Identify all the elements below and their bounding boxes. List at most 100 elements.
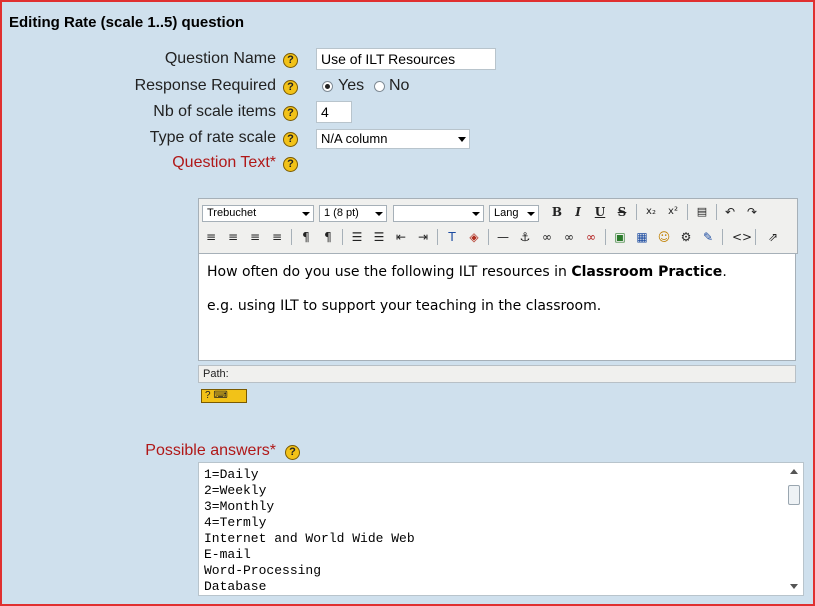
nolink-icon[interactable]: ∞ <box>582 228 600 246</box>
align-right-icon[interactable]: ≡ <box>246 228 264 246</box>
fullscreen-icon[interactable]: ⇗ <box>764 228 782 246</box>
help-icon[interactable]: ? <box>283 157 298 172</box>
subscript-icon[interactable]: x₂ <box>642 203 660 221</box>
rate-scale-type-value: N/A column <box>321 131 388 146</box>
answer-line: 4=Termly <box>204 515 267 530</box>
help-icon[interactable]: ? <box>283 80 298 95</box>
help-icon[interactable]: ? <box>283 53 298 68</box>
answer-line: 1=Daily <box>204 467 259 482</box>
scroll-down-icon[interactable] <box>790 584 798 589</box>
toolbar-separator <box>716 204 717 220</box>
chevron-down-icon <box>472 212 480 216</box>
language-select[interactable]: Lang <box>489 205 539 222</box>
response-required-yes-label: Yes <box>338 77 365 94</box>
toolbar-separator <box>722 229 723 245</box>
editor-line-1-end: . <box>722 264 727 280</box>
smiley-icon[interactable]: ☺ <box>655 228 673 246</box>
unordered-list-icon[interactable]: ☰ <box>370 228 388 246</box>
html-editor: Trebuchet 1 (8 pt) Lang B I U S x₂ x² ▤ … <box>198 198 798 385</box>
nb-scale-items-label: Nb of scale items <box>153 103 276 120</box>
response-required-no-label: No <box>389 77 410 94</box>
anchor-icon[interactable]: ⚓ <box>516 228 534 246</box>
ordered-list-icon[interactable]: ☰ <box>348 228 366 246</box>
language-value: Lang <box>494 207 519 219</box>
paragraph-style-select[interactable] <box>393 205 484 222</box>
answers-scrollbar[interactable] <box>786 463 803 595</box>
help-icon[interactable]: ? <box>283 106 298 121</box>
toolbar-separator <box>687 204 688 220</box>
insert-table-icon[interactable]: ▦ <box>633 228 651 246</box>
response-required-no-radio[interactable] <box>374 81 385 92</box>
rate-scale-type-select[interactable]: N/A column <box>316 129 470 149</box>
answer-line: E-mail <box>204 547 251 562</box>
align-left-icon[interactable]: ≡ <box>202 228 220 246</box>
clean-word-icon[interactable]: ▤ <box>693 203 711 221</box>
nb-scale-items-input[interactable]: 4 <box>316 101 352 123</box>
chevron-down-icon <box>458 137 466 142</box>
toolbar-separator <box>342 229 343 245</box>
insert-image-icon[interactable]: ▣ <box>611 228 629 246</box>
answer-line: Word-Processing <box>204 563 322 578</box>
font-family-select[interactable]: Trebuchet <box>202 205 314 222</box>
editor-line-1-bold: Classroom Practice <box>571 264 723 280</box>
unlink-icon[interactable]: ∞ <box>560 228 578 246</box>
page-title: Editing Rate (scale 1..5) question <box>9 14 245 31</box>
scroll-thumb[interactable] <box>788 485 800 505</box>
redo-icon[interactable]: ↷ <box>743 203 761 221</box>
html-source-icon[interactable]: <> <box>732 228 752 246</box>
scroll-up-icon[interactable] <box>790 469 798 474</box>
editor-toolbar: Trebuchet 1 (8 pt) Lang B I U S x₂ x² ▤ … <box>198 198 798 254</box>
horizontal-rule-icon[interactable]: — <box>494 228 512 246</box>
justify-icon[interactable]: ≡ <box>268 228 286 246</box>
response-required-yes-radio[interactable] <box>322 81 333 92</box>
underline-button[interactable]: U <box>591 203 609 221</box>
superscript-icon[interactable]: x² <box>664 203 682 221</box>
question-name-label: Question Name <box>164 50 276 67</box>
link-icon[interactable]: ∞ <box>538 228 556 246</box>
text-color-icon[interactable]: T <box>443 228 461 246</box>
undo-icon[interactable]: ↶ <box>721 203 739 221</box>
editor-line-2: e.g. using ILT to support your teaching … <box>207 298 602 314</box>
keyboard-help-glyph: ? <box>205 390 211 401</box>
font-size-select[interactable]: 1 (8 pt) <box>319 205 387 222</box>
strikethrough-button[interactable]: S <box>613 203 631 221</box>
outdent-icon[interactable]: ⇤ <box>392 228 410 246</box>
toolbar-separator <box>755 229 756 245</box>
editor-line-1: How often do you use the following ILT r… <box>207 264 787 280</box>
align-center-icon[interactable]: ≡ <box>224 228 242 246</box>
special-char-icon[interactable]: ⚙ <box>677 228 695 246</box>
question-text-label: Question Text* <box>172 154 276 171</box>
answer-line: Internet and World Wide Web <box>204 531 415 546</box>
rate-scale-type-label: Type of rate scale <box>149 129 276 146</box>
rtl-icon[interactable]: ¶ <box>319 228 337 246</box>
answer-line: 2=Weekly <box>204 483 267 498</box>
chevron-down-icon <box>527 212 535 216</box>
answers-list: 1=Daily 2=Weekly 3=Monthly 4=Termly Internet… <box>204 467 415 595</box>
help-icon[interactable]: ? <box>285 445 300 460</box>
toolbar-separator <box>636 204 637 220</box>
response-required-label: Response Required <box>134 77 276 94</box>
window-frame: Editing Rate (scale 1..5) question Quest… <box>0 0 815 606</box>
editor-content-area[interactable]: How often do you use the following ILT r… <box>198 253 796 361</box>
toolbar-separator <box>437 229 438 245</box>
indent-icon[interactable]: ⇥ <box>414 228 432 246</box>
toolbar-separator <box>291 229 292 245</box>
answer-line: Database <box>204 579 267 594</box>
keyboard-help-icon[interactable]: ? ⌨ <box>201 389 247 403</box>
toolbar-separator <box>605 229 606 245</box>
chevron-down-icon <box>302 212 310 216</box>
possible-answers-textarea[interactable]: 1=Daily 2=Weekly 3=Monthly 4=Termly Internet… <box>198 462 804 596</box>
bold-button[interactable]: B <box>548 203 566 221</box>
answer-line: 3=Monthly <box>204 499 275 514</box>
italic-button[interactable]: I <box>569 203 587 221</box>
background-color-icon[interactable]: ◈ <box>465 228 483 246</box>
font-family-value: Trebuchet <box>207 207 257 219</box>
search-replace-icon[interactable]: ✎ <box>699 228 717 246</box>
ltr-icon[interactable]: ¶ <box>297 228 315 246</box>
question-name-input[interactable]: Use of ILT Resources <box>316 48 496 70</box>
help-icon[interactable]: ? <box>283 132 298 147</box>
editor-path-bar: Path: <box>198 365 796 383</box>
chevron-down-icon <box>375 212 383 216</box>
toolbar-separator <box>488 229 489 245</box>
editor-line-1-text: How often do you use the following ILT r… <box>207 264 572 280</box>
